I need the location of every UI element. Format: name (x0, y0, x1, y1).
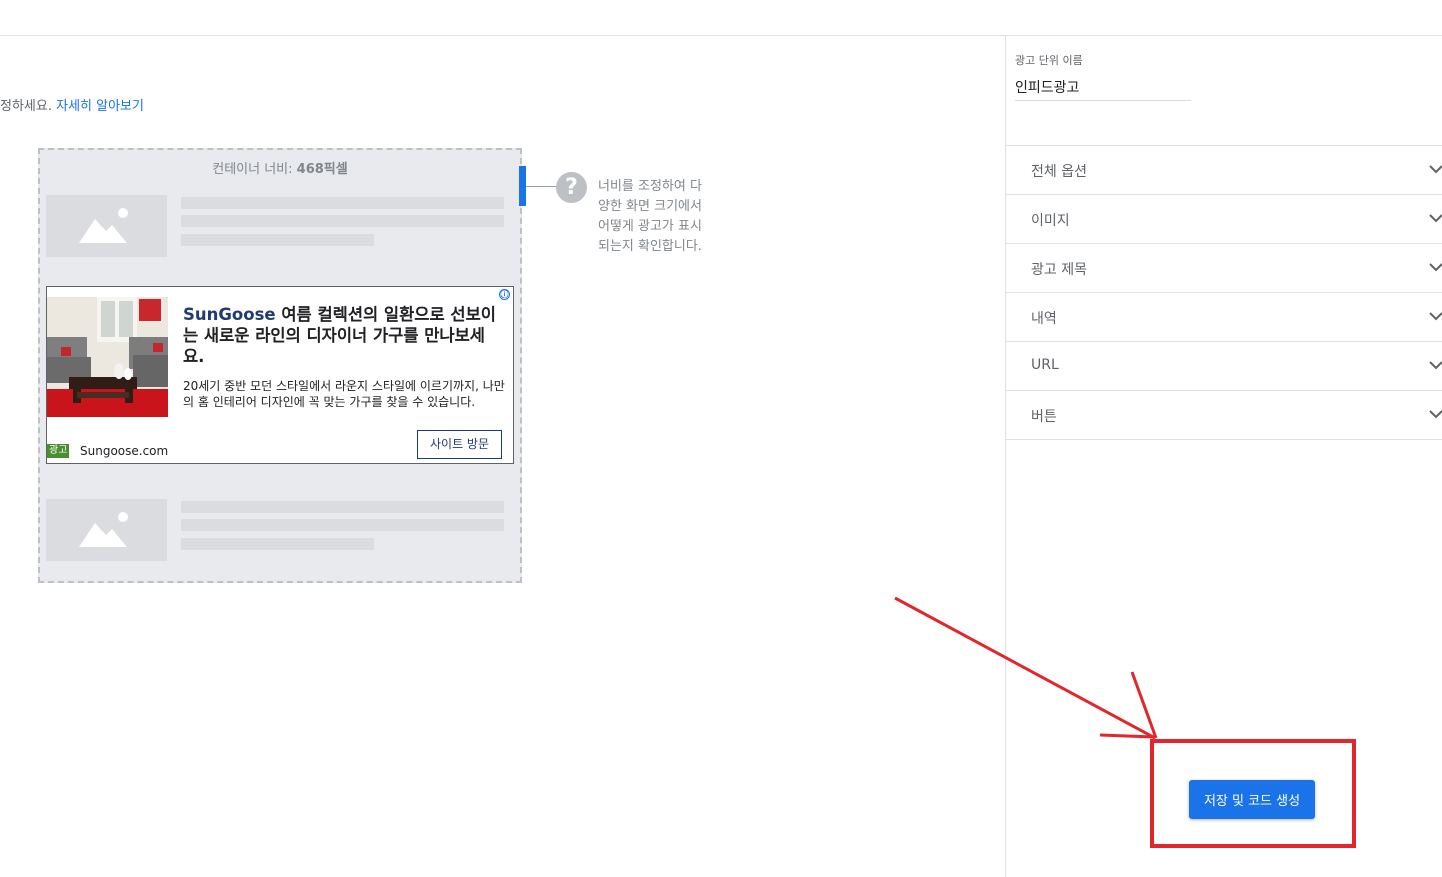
annotation-arrow (894, 596, 1158, 740)
section-image[interactable]: 이미지 (1006, 195, 1442, 244)
placeholder-image-icon (46, 195, 167, 257)
section-url[interactable]: URL (1006, 342, 1442, 391)
intro-help-line: 정하세요. 자세히 알아보기 (0, 95, 300, 114)
placeholder-line (181, 538, 374, 550)
placeholder-line (181, 234, 374, 246)
width-resize-handle[interactable] (519, 166, 526, 206)
placeholder-article-bottom (46, 499, 506, 563)
ad-description: 20세기 중반 모던 스타일에서 라운지 스타일에 이르기까지, 나만의 홈 인… (183, 379, 505, 409)
chevron-down-icon (1429, 263, 1442, 272)
ad-unit-name-input[interactable] (1015, 73, 1191, 101)
section-label: 내역 (1031, 311, 1057, 327)
chevron-down-icon (1429, 361, 1442, 370)
placeholder-article-top (46, 195, 506, 259)
ad-badge: 광고 (47, 444, 70, 458)
chevron-down-icon (1429, 312, 1442, 321)
placeholder-line (181, 519, 504, 531)
visit-site-button[interactable]: 사이트 방문 (417, 430, 502, 459)
ad-info-icon[interactable]: ⓘ (499, 289, 510, 300)
intro-text: 정하세요. (0, 99, 52, 114)
section-description[interactable]: 내역 (1006, 293, 1442, 342)
placeholder-line (181, 501, 504, 513)
section-label: 광고 제목 (1031, 262, 1087, 278)
placeholder-line (181, 197, 504, 209)
chevron-down-icon (1429, 410, 1442, 419)
top-bar (0, 0, 1442, 36)
ad-headline[interactable]: SunGoose 여름 컬렉션의 일환으로 선보이는 새로운 라인의 디자이너 … (183, 304, 501, 367)
section-button[interactable]: 버튼 (1006, 391, 1442, 440)
section-all-options[interactable]: 전체 옵션 (1006, 146, 1442, 195)
container-width-value: 468픽셀 (296, 162, 348, 177)
placeholder-image-icon (46, 499, 167, 561)
learn-more-link[interactable]: 자세히 알아보기 (56, 99, 144, 114)
section-label: URL (1031, 357, 1059, 373)
question-mark-icon: ? (556, 172, 587, 203)
resize-help-text: 너비를 조정하여 다양한 화면 크기에서 어떻게 광고가 표시되는지 확인합니다… (598, 179, 702, 254)
placeholder-line (181, 215, 504, 227)
section-ad-title[interactable]: 광고 제목 (1006, 244, 1442, 293)
settings-sections: 전체 옵션 이미지 광고 제목 내역 URL 버튼 (1006, 145, 1442, 440)
chevron-down-icon (1429, 214, 1442, 223)
help-connector-line (526, 186, 556, 187)
ad-furniture-image (47, 297, 168, 417)
ad-brand-name: SunGoose (183, 305, 276, 324)
section-label: 이미지 (1031, 213, 1070, 229)
ad-domain: Sungoose.com (80, 444, 169, 458)
chevron-down-icon (1429, 165, 1442, 174)
section-label: 전체 옵션 (1031, 164, 1087, 180)
infeed-ad-card[interactable]: ⓘ SunGoose 여름 컬렉션의 일환으로 선보이는 새로운 라인의 디자이… (46, 286, 514, 464)
annotation-highlight-box (1150, 739, 1356, 848)
section-label: 버튼 (1031, 409, 1057, 425)
ad-unit-name-label: 광고 단위 이름 (1015, 54, 1083, 67)
container-width-label: 컨테이너 너비: 468픽셀 (212, 162, 348, 177)
